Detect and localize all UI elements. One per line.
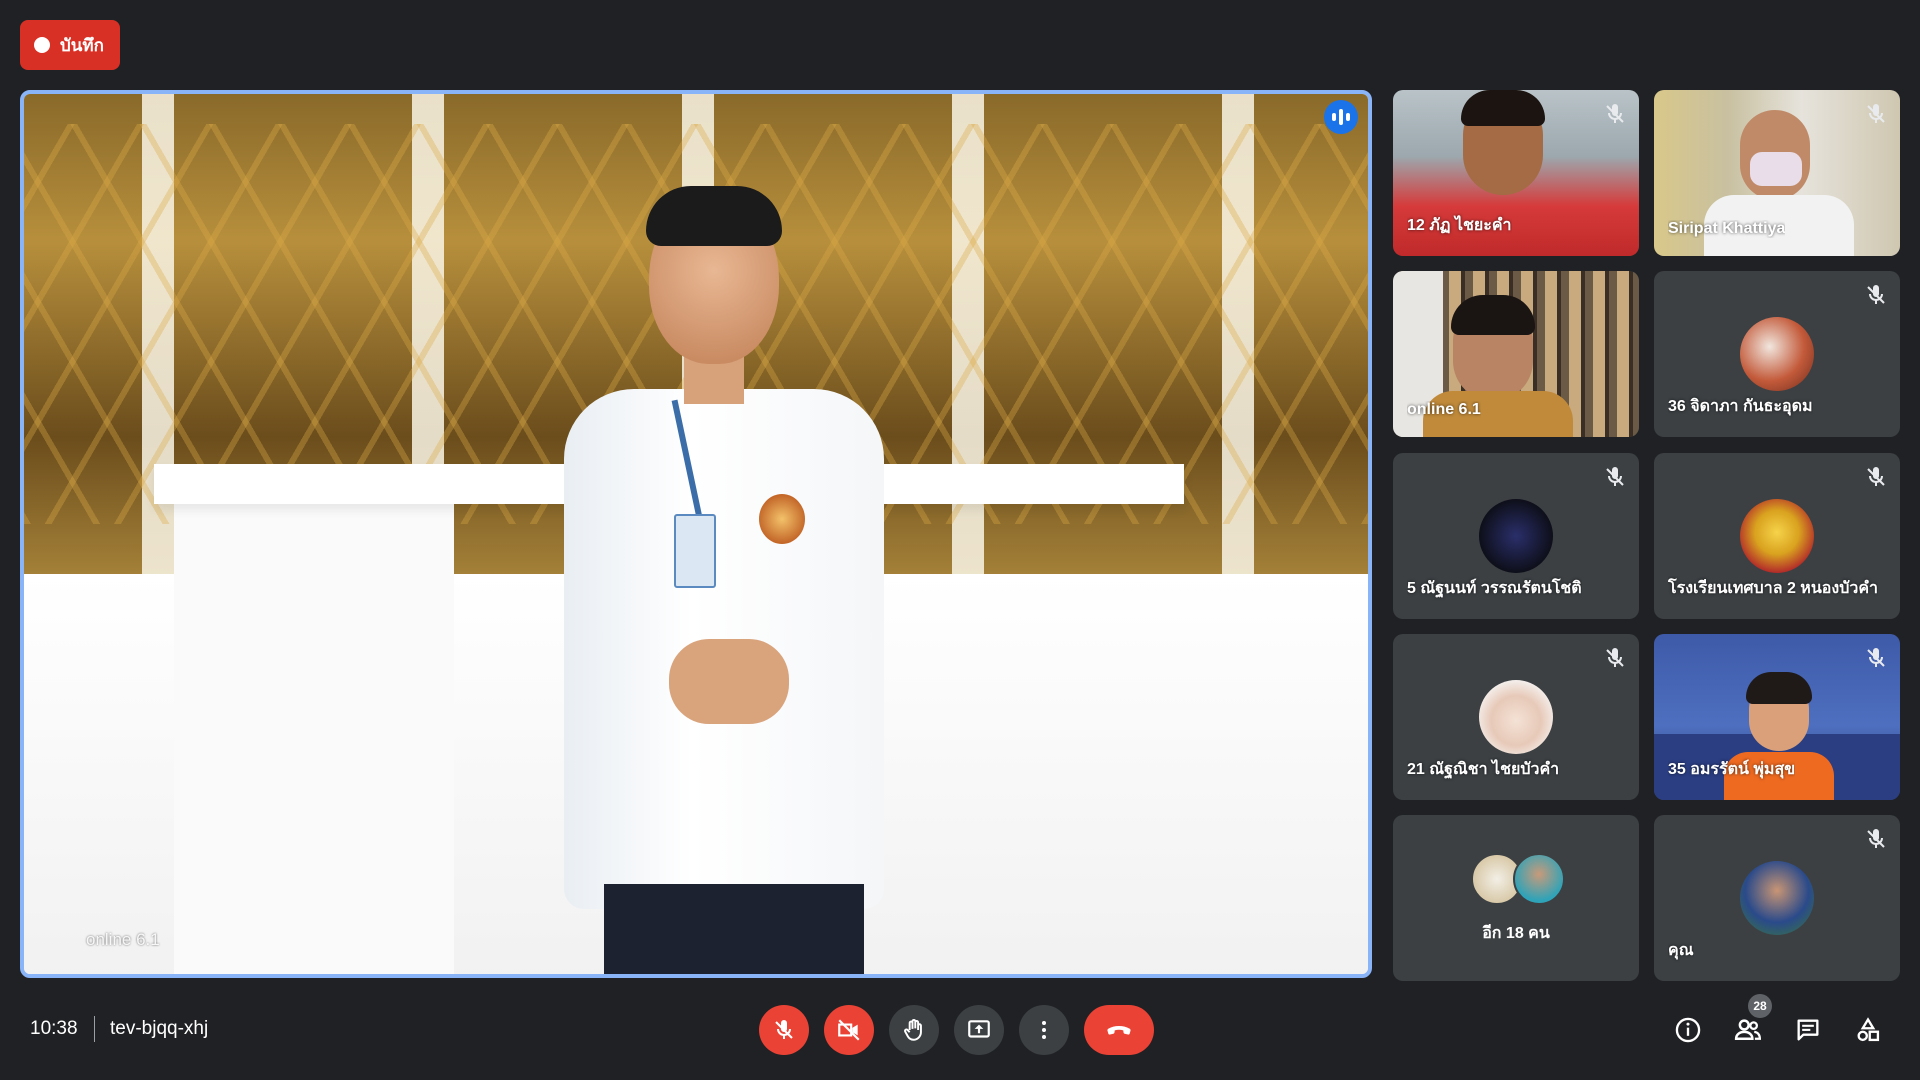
more-vert-icon <box>1042 1021 1046 1039</box>
participant-name: online 6.1 <box>1407 401 1481 418</box>
participant-name: โรงเรียนเทศบาล 2 หนองบัวคำ <box>1668 580 1879 597</box>
participant-tile[interactable]: 12 ภัฏ ไชยะคำ <box>1393 90 1639 256</box>
mic-off-icon <box>1606 648 1624 667</box>
clock: 10:38 <box>30 1018 78 1039</box>
self-avatar <box>1740 861 1814 935</box>
participant-name: 21 ณัฐณิชา ไชยบัวคำ <box>1407 761 1560 778</box>
self-tile[interactable]: คุณ <box>1654 815 1900 981</box>
toggle-camera-button[interactable] <box>824 1005 874 1055</box>
participant-name: 12 ภัฏ ไชยะคำ <box>1407 217 1512 234</box>
participant-tile[interactable]: 35 อมรรัตน์ พุ่มสุข <box>1654 634 1900 800</box>
call-end-icon <box>1107 1026 1131 1035</box>
activities-button[interactable] <box>1851 1013 1885 1047</box>
main-speaker-tile[interactable]: online 6.1 <box>20 90 1372 978</box>
participant-tile[interactable]: 36 จิดาภา กันธะอุดม <box>1654 271 1900 437</box>
participant-avatar <box>1479 499 1553 573</box>
main-tile-name: online 6.1 <box>86 930 160 949</box>
people-button[interactable] <box>1731 1013 1765 1047</box>
participant-tile[interactable]: online 6.1 <box>1393 271 1639 437</box>
recording-label: บันทึก <box>60 35 104 55</box>
participant-avatar <box>1740 317 1814 391</box>
meeting-details-button[interactable] <box>1671 1013 1705 1047</box>
participant-avatar <box>1513 853 1565 905</box>
participant-name: 5 ณัฐนนท์ วรรณรัตนโชติ <box>1407 580 1582 597</box>
recording-badge[interactable]: บันทึก <box>20 20 120 70</box>
videocam-off-icon <box>838 1019 860 1041</box>
mic-off-icon <box>1867 467 1885 486</box>
mic-off-icon <box>1867 648 1885 667</box>
participant-name: Siripat Khattiya <box>1668 220 1786 237</box>
participant-tile[interactable]: โรงเรียนเทศบาล 2 หนองบัวคำ <box>1654 453 1900 619</box>
present-screen-button[interactable] <box>954 1005 1004 1055</box>
participant-count-badge: 28 <box>1748 994 1772 1018</box>
mic-off-icon <box>1867 104 1885 123</box>
meeting-code: tev-bjqq-xhj <box>110 1018 209 1039</box>
participant-tile[interactable]: 21 ณัฐณิชา ไชยบัวคำ <box>1393 634 1639 800</box>
others-tile[interactable]: อีก 18 คน <box>1393 815 1639 981</box>
mic-off-icon <box>1867 285 1885 304</box>
participant-tile[interactable]: 5 ณัฐนนท์ วรรณรัตนโชติ <box>1393 453 1639 619</box>
participant-name: 36 จิดาภา กันธะอุดม <box>1668 398 1813 415</box>
speaker-figure <box>534 186 914 974</box>
participant-avatar <box>1479 680 1553 754</box>
raise-hand-icon <box>904 1019 922 1041</box>
participant-tile[interactable]: Siripat Khattiya <box>1654 90 1900 256</box>
mic-off-icon <box>775 1020 793 1039</box>
people-icon <box>1734 1019 1762 1040</box>
toggle-mic-button[interactable] <box>759 1005 809 1055</box>
record-dot-icon <box>34 37 50 53</box>
participant-name: 35 อมรรัตน์ พุ่มสุข <box>1668 761 1796 778</box>
raise-hand-button[interactable] <box>889 1005 939 1055</box>
school-logo-icon <box>1740 499 1814 573</box>
activities-icon <box>1857 1017 1880 1042</box>
chat-icon <box>1797 1019 1819 1041</box>
divider <box>94 1016 95 1042</box>
mic-off-icon <box>1606 467 1624 486</box>
info-icon <box>1675 1017 1701 1043</box>
more-options-button[interactable] <box>1019 1005 1069 1055</box>
leave-call-button[interactable] <box>1084 1005 1154 1055</box>
chat-button[interactable] <box>1791 1013 1825 1047</box>
speaking-indicator-icon <box>1324 100 1358 134</box>
participant-name: คุณ <box>1668 942 1694 959</box>
wall-panel <box>174 494 454 974</box>
others-count-label: อีก 18 คน <box>1482 925 1550 942</box>
present-screen-icon <box>968 1020 990 1038</box>
mic-off-icon <box>1606 104 1624 123</box>
mic-off-icon <box>1867 829 1885 848</box>
